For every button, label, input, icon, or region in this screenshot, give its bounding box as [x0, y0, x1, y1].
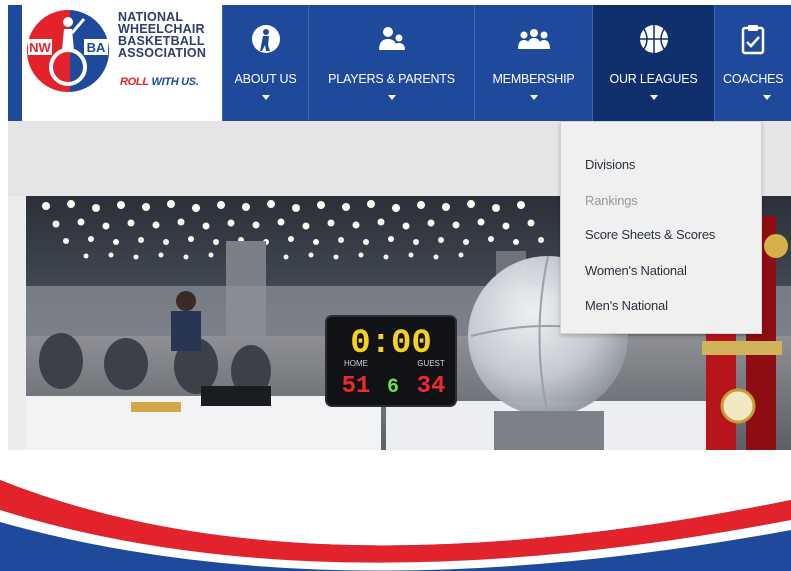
- main-nav: ABOUT US PLAYERS & PARENTS MEMBERSHIP OU…: [222, 5, 791, 121]
- scoreboard-guest-score: 34: [417, 373, 446, 400]
- caret-down-icon: [387, 95, 396, 100]
- parent-child-icon: [378, 27, 405, 50]
- left-accent-bar: [8, 5, 22, 121]
- logo-name: NATIONAL WHEELCHAIR BASKETBALL ASSOCIATI…: [118, 11, 207, 60]
- group-icon: [517, 29, 550, 49]
- scoreboard-guest-label: GUEST: [417, 359, 445, 368]
- nav-label: PLAYERS & PARENTS: [328, 72, 455, 86]
- nav-item-our-leagues[interactable]: OUR LEAGUES: [592, 5, 714, 121]
- nav-label: MEMBERSHIP: [492, 72, 575, 86]
- nav-label: COACHES: [723, 72, 784, 86]
- dropdown-item-rankings[interactable]: Rankings: [585, 193, 638, 208]
- nav-label: ABOUT US: [234, 72, 297, 86]
- basketball-player-icon: [251, 25, 280, 53]
- caret-down-icon: [649, 95, 658, 100]
- dropdown-item-divisions[interactable]: Divisions: [585, 157, 635, 172]
- nav-item-players-parents[interactable]: PLAYERS & PARENTS: [308, 5, 474, 121]
- site-frame: NW BA NATIONAL WHEELCHAIR BASKETBALL ASS…: [8, 5, 791, 450]
- scoreboard-home-label: HOME: [344, 359, 368, 368]
- clipboard-icon: [741, 25, 765, 55]
- dropdown-item-mens-national[interactable]: Men's National: [585, 298, 668, 313]
- scoreboard-home-score: 51: [342, 373, 371, 400]
- dropdown-item-womens-national[interactable]: Women's National: [585, 263, 687, 278]
- caret-down-icon: [763, 95, 771, 100]
- tagline-rest: WITH US.: [148, 76, 199, 88]
- nwba-badge-icon: NW BA: [25, 8, 111, 94]
- logo-name-line: ASSOCIATION: [118, 46, 207, 60]
- logo-tagline: ROLL WITH US.: [120, 76, 199, 88]
- caret-down-icon: [529, 95, 538, 100]
- dropdown-item-score-sheets[interactable]: Score Sheets & Scores: [585, 227, 715, 242]
- basketball-icon: [639, 25, 668, 53]
- leagues-dropdown-menu: Divisions Rankings Score Sheets & Scores…: [560, 121, 762, 334]
- badge-left-text: NW: [29, 40, 51, 55]
- caret-down-icon: [261, 95, 270, 100]
- nwba-logo[interactable]: NW BA NATIONAL WHEELCHAIR BASKETBALL ASS…: [22, 5, 222, 121]
- badge-right-text: BA: [87, 40, 106, 55]
- nav-item-about-us[interactable]: ABOUT US: [222, 5, 308, 121]
- nav-item-membership[interactable]: MEMBERSHIP: [474, 5, 592, 121]
- scoreboard-period: 6: [387, 376, 399, 399]
- nav-label: OUR LEAGUES: [609, 72, 698, 86]
- tagline-roll: ROLL: [120, 76, 149, 88]
- decorative-swoosh: [0, 480, 791, 571]
- nav-item-coaches[interactable]: COACHES: [714, 5, 791, 121]
- scoreboard-clock: 0:00: [350, 325, 432, 363]
